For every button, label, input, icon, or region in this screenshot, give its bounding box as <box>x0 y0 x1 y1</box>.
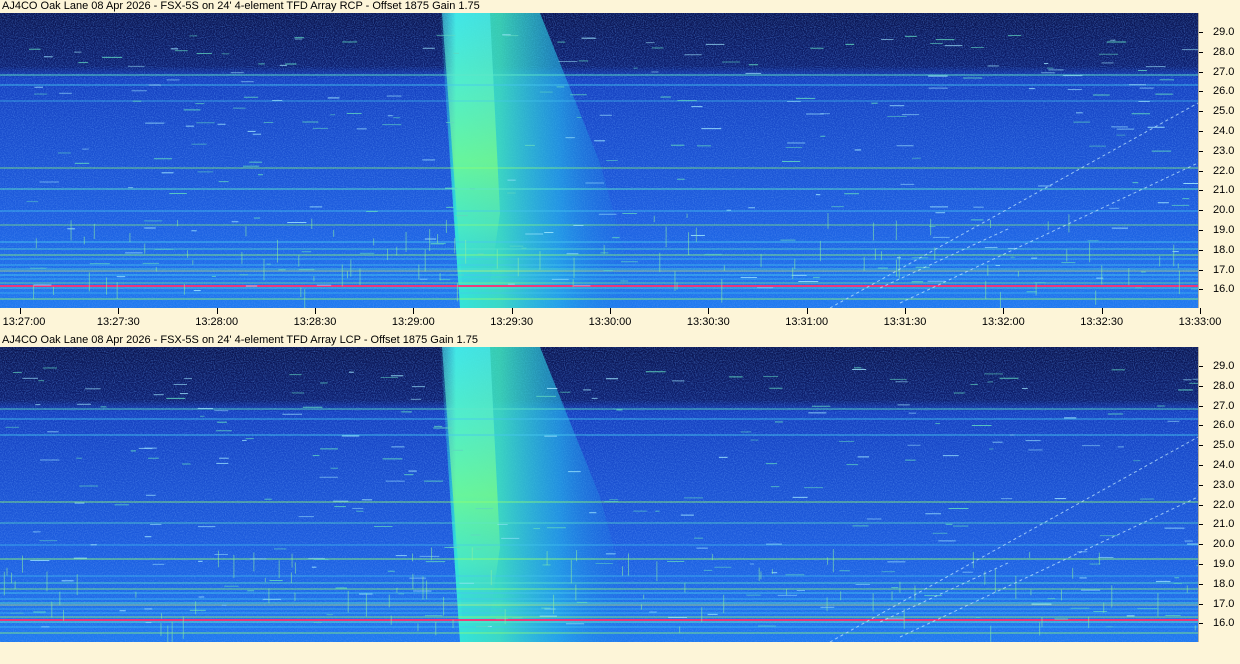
time-tick-label: 13:31:30 <box>883 316 927 328</box>
time-tick-label: 13:29:30 <box>490 316 534 328</box>
lcp-panel: AJ4CO Oak Lane 08 Apr 2026 - FSX-5S on 2… <box>0 334 1240 664</box>
time-tick-mark <box>806 308 808 314</box>
time-tick-mark <box>413 308 415 314</box>
time-tick-label: 13:32:00 <box>981 316 1025 328</box>
time-tick-label: 13:27:30 <box>96 316 140 328</box>
time-tick-mark <box>708 308 710 314</box>
spectrogram-image <box>0 347 1198 642</box>
time-tick-label: 13:30:00 <box>588 316 632 328</box>
time-tick-label: 13:30:30 <box>686 316 730 328</box>
lcp-frequency-axis: 29.0 28.0 27.0 26.0 25.0 24.0 23.0 22.0 21.0 20.0… <box>1198 347 1240 642</box>
time-tick-label: 13:28:30 <box>293 316 337 328</box>
time-tick-mark <box>610 308 611 314</box>
time-tick-mark <box>20 308 21 314</box>
time-tick-label: 13:29:00 <box>391 316 435 328</box>
time-tick-label: 13:33:00 <box>1178 316 1222 328</box>
time-axis: 13:27:00 13:27:30 13:28:00 13:28:30 13:29:00… <box>0 308 1240 328</box>
time-tick-mark <box>216 308 218 314</box>
time-tick-label: 13:27:00 <box>2 316 46 328</box>
time-tick-label: 13:31:00 <box>785 316 829 328</box>
spectrogram-image <box>0 13 1198 308</box>
rcp-panel-title: AJ4CO Oak Lane 08 Apr 2026 - FSX-5S on 2… <box>2 0 480 12</box>
time-tick-mark <box>1200 308 1201 314</box>
rcp-spectrogram <box>0 13 1198 308</box>
lcp-panel-title: AJ4CO Oak Lane 08 Apr 2026 - FSX-5S on 2… <box>2 334 478 346</box>
time-tick-mark <box>1003 308 1005 314</box>
time-tick-mark <box>315 308 316 314</box>
time-tick-mark <box>118 308 120 314</box>
rcp-panel: AJ4CO Oak Lane 08 Apr 2026 - FSX-5S on 2… <box>0 0 1240 328</box>
time-tick-mark <box>1101 308 1103 314</box>
lcp-spectrogram <box>0 347 1198 642</box>
time-tick-label: 13:32:30 <box>1080 316 1124 328</box>
rcp-frequency-axis: 29.0 28.0 27.0 26.0 25.0 24.0 23.0 22.0 21.0 20.0… <box>1198 13 1240 308</box>
time-tick-mark <box>905 308 906 314</box>
time-tick-mark <box>511 308 513 314</box>
time-tick-label: 13:28:00 <box>195 316 239 328</box>
